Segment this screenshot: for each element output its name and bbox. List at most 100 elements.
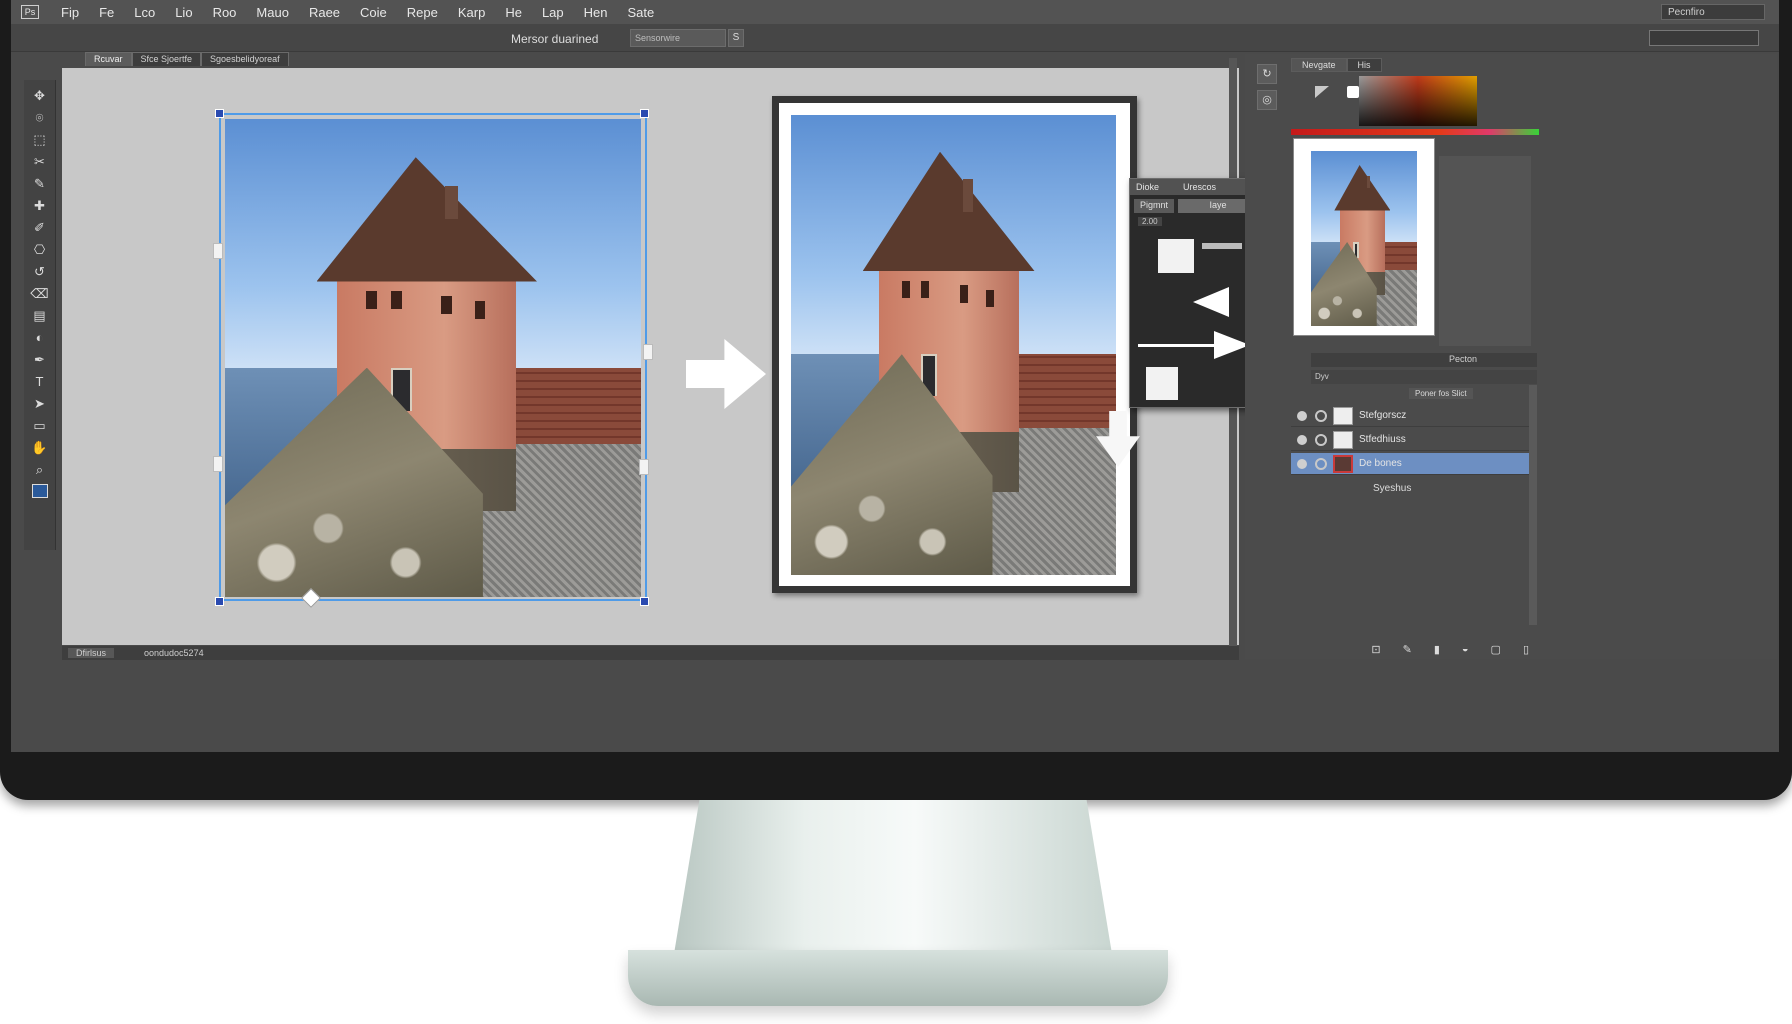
panel-icon-column: ↻ ◎ [1257,64,1277,110]
color-swatch-icon[interactable] [31,484,48,498]
menu-item[interactable]: Hen [576,5,616,20]
transform-handle[interactable] [215,597,224,606]
square-icon [1158,239,1194,273]
move-tool-icon[interactable]: ✥ [30,88,50,104]
doc-tab[interactable]: Sfce Sjoertfe [131,52,202,66]
navigator-thumbnail[interactable] [1293,138,1435,336]
layer-thumbnail [1333,431,1353,449]
hand-tool-icon[interactable]: ✋ [30,440,50,456]
menu-item[interactable]: Karp [450,5,493,20]
transform-handle[interactable] [640,597,649,606]
eraser-tool-icon[interactable]: ⌫ [30,286,50,302]
healing-tool-icon[interactable]: ✚ [30,198,50,214]
visibility-eye-icon[interactable] [1297,435,1307,445]
layers-header-label[interactable]: Pecton [1449,354,1477,364]
zoom-tool-icon[interactable]: ⌕ [30,462,50,478]
dialog-tab[interactable]: Pigmnt [1134,199,1175,213]
shape-tool-icon[interactable]: ▭ [30,418,50,434]
history-brush-tool-icon[interactable]: ↺ [30,264,50,280]
menu-item[interactable]: Lco [126,5,163,20]
zoom-readout[interactable]: Dfirlsus [68,648,115,658]
layers-footer: ⊡ ✎ ▮ ◒ ▢ ▯ [1291,640,1539,658]
crop-tool-icon[interactable]: ✂ [30,154,50,170]
layers-blend-mode[interactable]: Poner fos Slict [1409,388,1473,399]
lasso-tool-icon[interactable]: ⌾ [30,110,50,126]
selected-image[interactable] [219,113,647,601]
menu-item[interactable]: Coie [352,5,395,20]
layer-row[interactable]: Stefgorscz [1291,405,1529,427]
hue-slider[interactable] [1291,129,1539,135]
layers-filter[interactable]: Dyv [1311,370,1537,384]
dialog-title: Urescos [1183,182,1217,192]
stage: Ps Fip Fe Lco Lio Roo Mauo Raee Coie Rep… [0,0,1792,1024]
panel-tab[interactable]: His [1346,58,1382,72]
link-icon [1315,434,1327,446]
transform-side-handle[interactable] [639,459,649,475]
document-canvas[interactable] [62,68,1239,645]
eyedropper-tool-icon[interactable]: ✎ [30,176,50,192]
path-select-tool-icon[interactable]: ➤ [30,396,50,412]
menu-item[interactable]: Mauo [248,5,297,20]
link-layers-icon[interactable]: ⊡ [1371,643,1380,656]
options-field[interactable]: Sensorwire [630,29,726,47]
castle-photo [225,119,641,597]
menu-item[interactable]: Lio [167,5,200,20]
menu-item[interactable]: Sate [620,5,663,20]
dodge-tool-icon[interactable]: ◐ [30,330,50,346]
transform-handle[interactable] [640,109,649,118]
layer-row[interactable]: Stfedhiuss [1291,429,1529,451]
fx-icon[interactable]: ✎ [1403,643,1412,656]
new-layer-icon[interactable]: ▢ [1491,643,1501,656]
options-label: Mersor duarined [511,32,599,46]
pen-tool-icon[interactable]: ✒ [30,352,50,368]
monitor-stand-neck [673,800,1113,960]
doc-tab[interactable]: Sgoesbelidyoreaf [201,52,289,66]
visibility-eye-icon[interactable] [1297,459,1307,469]
panel-tab[interactable]: Nevgate [1291,58,1347,72]
menu-item[interactable]: Lap [534,5,572,20]
history-icon[interactable]: ↻ [1257,64,1277,84]
options-field-button[interactable]: S [728,29,744,47]
transform-handle[interactable] [215,109,224,118]
layer-name: Stfedhiuss [1359,434,1406,445]
result-frame [772,96,1137,593]
color-picker-field[interactable] [1359,76,1477,126]
menu-bar: Ps Fip Fe Lco Lio Roo Mauo Raee Coie Rep… [11,0,1779,24]
document-info: oondudoc5274 [144,648,204,658]
adjustment-icon[interactable]: ◒ [1462,643,1469,655]
type-tool-icon[interactable]: T [30,374,50,390]
layer-name: Stefgorscz [1359,410,1407,421]
doc-tab[interactable]: Rcuvar [85,52,132,66]
menu-item[interactable]: He [497,5,530,20]
options-bar: Mersor duarined Sensorwire S [11,24,1779,52]
transform-side-handle[interactable] [213,243,223,259]
screen: Ps Fip Fe Lco Lio Roo Mauo Raee Coie Rep… [11,0,1779,752]
menu-item[interactable]: Fe [91,5,122,20]
workspace-selector[interactable]: Pecnfiro [1661,4,1765,20]
toolbox: ✥ ⌾ ⬚ ✂ ✎ ✚ ✐ ⎔ ↺ ⌫ ▤ ◐ ✒ T ➤ ▭ ✋ ⌕ [24,80,56,550]
transform-side-handle[interactable] [213,456,223,472]
menu-item[interactable]: Raee [301,5,348,20]
layer-row-active[interactable]: De bones [1291,453,1529,475]
mask-icon[interactable]: ▮ [1434,643,1440,656]
menu-item[interactable]: Repe [399,5,446,20]
stamp-tool-icon[interactable]: ⎔ [30,242,50,258]
background-swatch-icon[interactable] [1347,86,1359,98]
layer-effects-label[interactable]: Syeshus [1373,483,1411,494]
layers-scrollbar[interactable] [1529,385,1537,625]
monitor: Ps Fip Fe Lco Lio Roo Mauo Raee Coie Rep… [0,0,1792,800]
menu-item[interactable]: Roo [205,5,245,20]
layers-header: Pecton [1311,353,1537,367]
search-input[interactable] [1649,30,1759,46]
menu-item[interactable]: Fip [53,5,87,20]
visibility-eye-icon[interactable] [1297,411,1307,421]
trash-icon[interactable]: ▯ [1523,643,1529,656]
info-icon[interactable]: ◎ [1257,90,1277,110]
gradient-tool-icon[interactable]: ▤ [30,308,50,324]
status-bar: Dfirlsus oondudoc5274 [62,646,1239,660]
quick-select-tool-icon[interactable]: ⬚ [30,132,50,148]
gear-icon [1315,410,1327,422]
brush-tool-icon[interactable]: ✐ [30,220,50,236]
layer-thumbnail [1333,455,1353,473]
transform-side-handle[interactable] [643,344,653,360]
